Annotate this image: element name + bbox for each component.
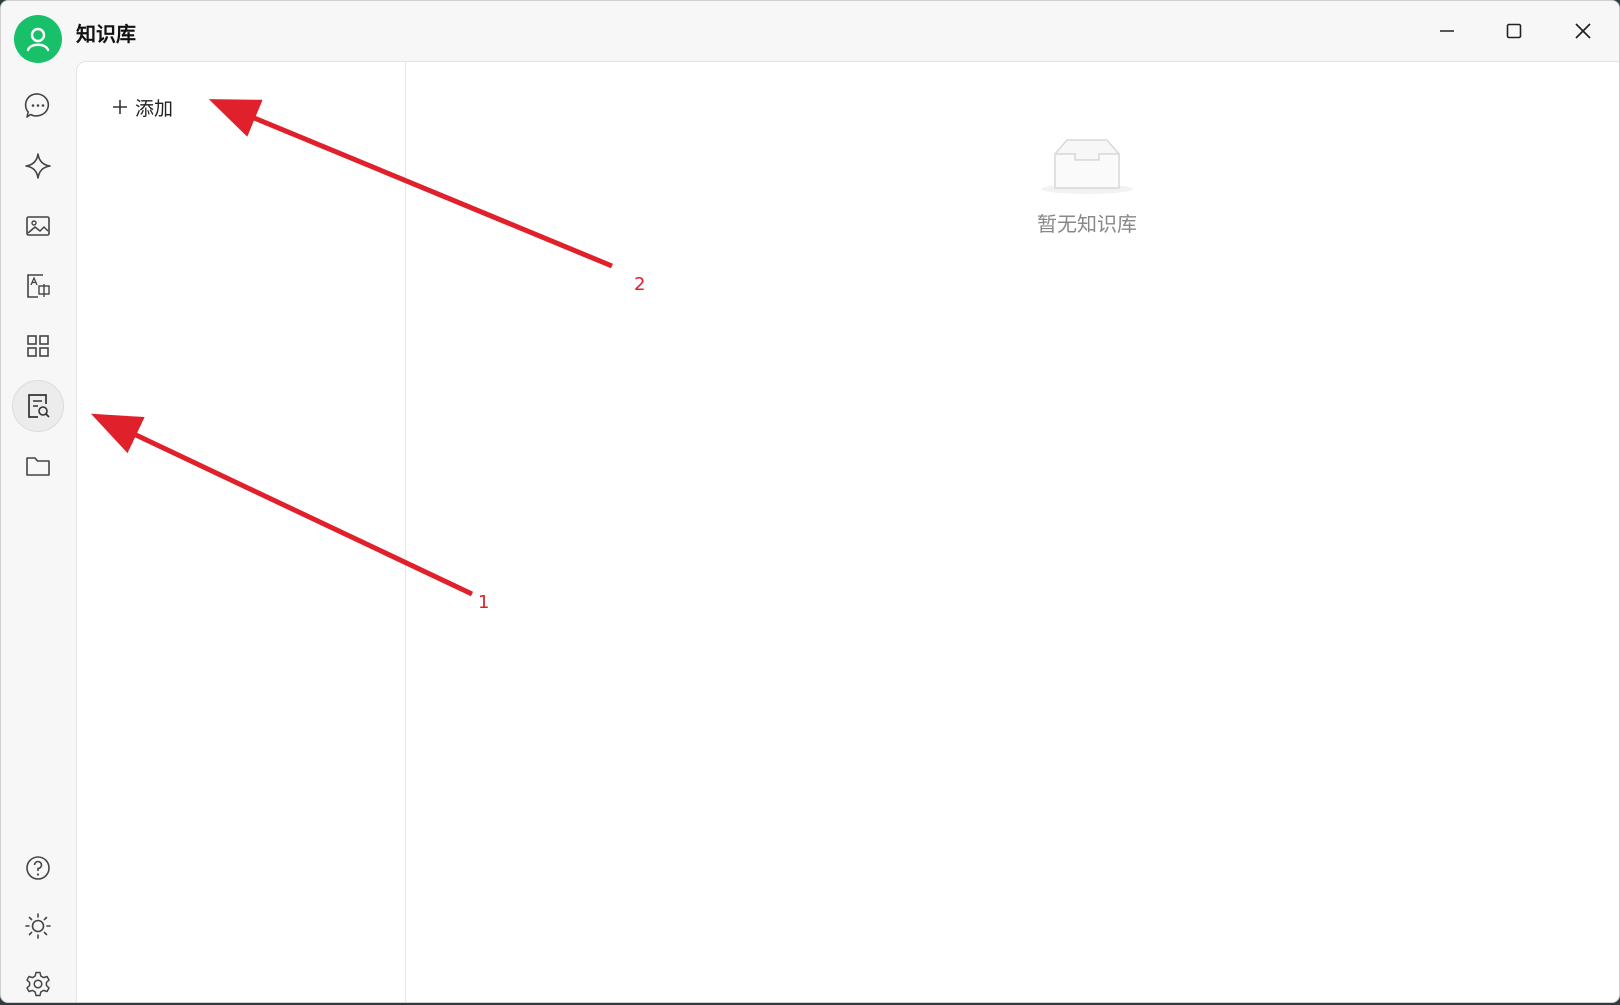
gear-icon	[26, 971, 50, 997]
sparkle-icon	[25, 153, 51, 179]
knowledge-search-icon	[28, 394, 50, 418]
avatar[interactable]	[14, 15, 62, 63]
empty-state-text: 暂无知识库	[1037, 212, 1137, 236]
chat-bubble-icon	[24, 93, 50, 118]
empty-state: 暂无知识库	[987, 132, 1187, 237]
grid-icon	[27, 335, 49, 357]
knowledge-list-pane: 添加	[77, 62, 406, 1002]
app-title: 知识库	[76, 22, 136, 46]
sidebar-item-apps[interactable]	[12, 320, 64, 372]
sidebar-item-knowledge[interactable]	[12, 380, 64, 432]
close-button[interactable]	[1555, 11, 1611, 51]
image-icon	[26, 216, 50, 236]
sidebar-item-settings[interactable]	[12, 958, 64, 1002]
minimize-icon	[1440, 30, 1454, 32]
add-knowledge-button[interactable]: 添加	[111, 92, 173, 122]
maximize-icon	[1506, 23, 1522, 39]
translate-icon	[27, 274, 50, 298]
close-icon	[1575, 23, 1591, 39]
sidebar-item-assistant[interactable]	[12, 140, 64, 192]
sun-icon	[25, 913, 51, 939]
empty-inbox-icon	[1041, 139, 1133, 194]
annotation-label-1: 1	[478, 592, 490, 613]
maximize-button[interactable]	[1486, 11, 1542, 51]
sidebar-item-translate[interactable]	[12, 260, 64, 312]
app-window: 知识库 添加 暂无知识库	[0, 0, 1620, 1003]
help-icon	[26, 856, 50, 880]
sidebar-item-image[interactable]	[12, 200, 64, 252]
folder-icon	[26, 457, 50, 476]
sidebar-item-chat[interactable]	[12, 80, 64, 132]
title-bar: 知识库	[1, 1, 1619, 63]
sidebar-item-theme[interactable]	[12, 900, 64, 952]
annotation-label-2: 2	[634, 274, 646, 295]
sidebar-item-files[interactable]	[12, 440, 64, 492]
plus-icon	[113, 100, 127, 114]
user-icon	[26, 27, 50, 52]
sidebar-item-help[interactable]	[12, 842, 64, 894]
minimize-button[interactable]	[1419, 11, 1475, 51]
add-knowledge-label: 添加	[135, 97, 174, 120]
main-content: 添加 暂无知识库	[76, 61, 1619, 1002]
sidebar-nav	[1, 61, 75, 1002]
